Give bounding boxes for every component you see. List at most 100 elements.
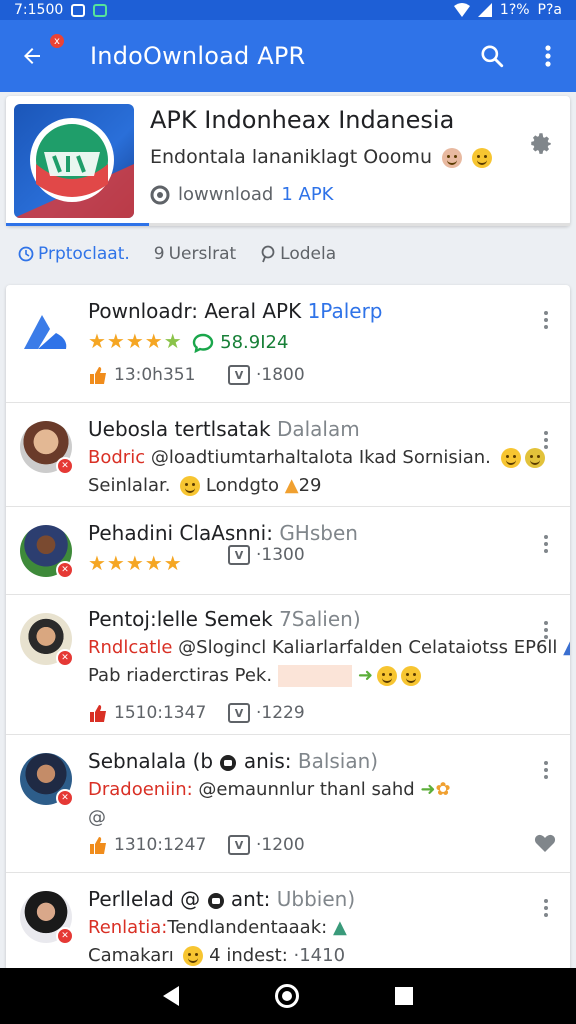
- app-bar: x IndoOwnload APR: [0, 20, 576, 92]
- badge-icon: ✕: [56, 457, 74, 475]
- list-item[interactable]: Pownloadr: Aeral APK 1Palerp ★★★★★ 58.9I…: [6, 285, 570, 403]
- badge-icon: ✕: [56, 561, 74, 579]
- item-menu-button[interactable]: [538, 761, 554, 779]
- avatar: ✕: [20, 421, 74, 475]
- thumbs-up-icon: [90, 837, 106, 854]
- wifi-icon: [453, 3, 470, 17]
- list-item[interactable]: ✕ Pehadini ClaAsnni: GHsben ★★★★★ V ·130…: [6, 507, 570, 595]
- notification-icon: [71, 3, 86, 17]
- nav-back-button[interactable]: [163, 986, 179, 1006]
- item-menu-button[interactable]: [538, 431, 554, 449]
- item-title: Pehadini ClaAsnni: GHsben: [88, 521, 358, 545]
- chat-icon: [193, 333, 214, 354]
- item-meta: 1510:1347 V ·1229: [88, 703, 388, 723]
- app-icon: [20, 305, 72, 357]
- nav-home-button[interactable]: [275, 984, 299, 1008]
- badge-icon: ✕: [56, 927, 74, 945]
- comment-box-icon: V: [228, 703, 250, 723]
- app-header-card[interactable]: APK Indonheax Indanesia Endontala lanani…: [6, 96, 570, 226]
- list-item[interactable]: ✕ Pentoj:lelle Semek 7Salien) Rndlcatle …: [6, 595, 570, 735]
- back-button[interactable]: x: [0, 20, 64, 92]
- status-right-text: P?a: [537, 2, 562, 18]
- system-nav-bar: [0, 968, 576, 1024]
- item-title: Sebnalala (b anis: Balsian): [88, 749, 379, 773]
- highlight-bar: [278, 665, 353, 687]
- status-bar: 7:1500 1?% P?a: [0, 0, 576, 20]
- item-title: Pownloadr: Aeral APK 1Palerp: [88, 299, 383, 323]
- heart-icon: [534, 834, 556, 852]
- search-button[interactable]: [464, 20, 520, 92]
- rating-stars: ★★★★★: [88, 551, 183, 575]
- avatar: ✕: [20, 891, 74, 945]
- clock-icon: [18, 246, 34, 262]
- at-sign-icon: [220, 754, 237, 771]
- comment-box-icon: V: [228, 545, 250, 565]
- item-text: Renlatia:Tendlandentaaak: ▲: [88, 917, 347, 938]
- emoji-icon: [442, 147, 463, 168]
- arrow-left-icon: [24, 48, 40, 64]
- tab-models[interactable]: Lodela: [260, 244, 336, 264]
- more-vert-icon: [545, 45, 551, 67]
- download-circle-icon: [150, 185, 170, 204]
- comment-box-icon: V: [228, 835, 250, 855]
- notification-icon: [93, 3, 108, 17]
- item-text-2: Pab riaderctiras Pek. ➜: [88, 665, 421, 687]
- app-logo: [14, 104, 134, 218]
- emoji-icon: [500, 448, 521, 468]
- item-meta: 13:0h351 V ·1800: [88, 365, 388, 385]
- item-title: Pentoj:lelle Semek 7Salien): [88, 607, 361, 631]
- list-item[interactable]: ✕ Sebnalala (b anis: Balsian) Dradoeniin…: [6, 735, 570, 873]
- avatar: ✕: [20, 525, 74, 579]
- tab-latest[interactable]: 9 Uerslrat: [154, 244, 236, 264]
- app-title: IndoOwnload APR: [90, 42, 306, 70]
- battery-text: 1?%: [499, 2, 530, 18]
- more-options-button[interactable]: [520, 20, 576, 92]
- post-list: Pownloadr: Aeral APK 1Palerp ★★★★★ 58.9I…: [6, 285, 570, 971]
- item-menu-button[interactable]: [538, 621, 554, 639]
- item-menu-button[interactable]: [538, 535, 554, 553]
- item-menu-button[interactable]: [538, 311, 554, 329]
- signal-icon: [477, 3, 492, 17]
- emoji-icon: [376, 666, 397, 686]
- tab-indicator: [6, 223, 570, 226]
- app-subtitle: Endontala lananiklagt Ooomu: [150, 146, 493, 168]
- item-text-2: @: [88, 807, 106, 828]
- item-text: Rndlcatle @Slogincl Kaliarlarfalden Cela…: [88, 637, 570, 658]
- item-text-2: Camakarı 4 indest: ·1410: [88, 945, 346, 966]
- tab-popular[interactable]: Prptoclaat.: [18, 244, 130, 264]
- list-item[interactable]: ✕ Perllelad @ ant: Ubbien) Renlatia:Tend…: [6, 873, 570, 971]
- list-item[interactable]: ✕ Uebosla tertlsatak Dalalam Bodric @loa…: [6, 403, 570, 507]
- nav-recents-button[interactable]: [395, 987, 413, 1005]
- nine-icon: 9: [153, 244, 165, 264]
- item-text: Bodric @loadtiumtarhaltalota Ikad Sornis…: [88, 447, 545, 468]
- item-title: Perllelad @ ant: Ubbien): [88, 887, 356, 911]
- rating-row: ★★★★★: [88, 551, 348, 575]
- notification-badge: x: [50, 34, 64, 48]
- settings-button[interactable]: [528, 130, 554, 160]
- search-icon: [481, 45, 504, 68]
- thumbs-up-icon: [90, 367, 106, 384]
- badge-icon: ✕: [56, 789, 74, 807]
- rating-stars: ★★★★: [88, 329, 164, 353]
- app-name: APK Indonheax Indanesia: [150, 106, 455, 134]
- item-text-2: Seinlalar. Londgto ▲29: [88, 475, 322, 496]
- item-meta: 1310:1247 V ·1200: [88, 835, 388, 855]
- item-title: Uebosla tertlsatak Dalalam: [88, 417, 360, 441]
- emoji-icon: [472, 147, 493, 168]
- favorite-button[interactable]: [534, 833, 556, 857]
- emoji-icon: [400, 666, 421, 686]
- avatar: ✕: [20, 753, 74, 807]
- badge-icon: ✕: [56, 649, 74, 667]
- avatar: ✕: [20, 613, 74, 667]
- rating-row: ★★★★★ 58.9I24: [88, 329, 289, 354]
- thumbs-up-icon: [90, 705, 106, 722]
- pin-icon: [261, 245, 275, 263]
- comment-box-icon: V: [228, 365, 250, 385]
- emoji-icon: [180, 476, 201, 496]
- item-menu-button[interactable]: [538, 899, 554, 917]
- item-text: Dradoeniin: @emaunnlur thanl sahd ➜✿: [88, 779, 451, 800]
- emoji-icon: [524, 448, 545, 468]
- emoji-icon: [183, 946, 204, 966]
- status-time: 7:1500: [14, 2, 64, 18]
- download-info[interactable]: lowwnload 1 APK: [150, 184, 334, 205]
